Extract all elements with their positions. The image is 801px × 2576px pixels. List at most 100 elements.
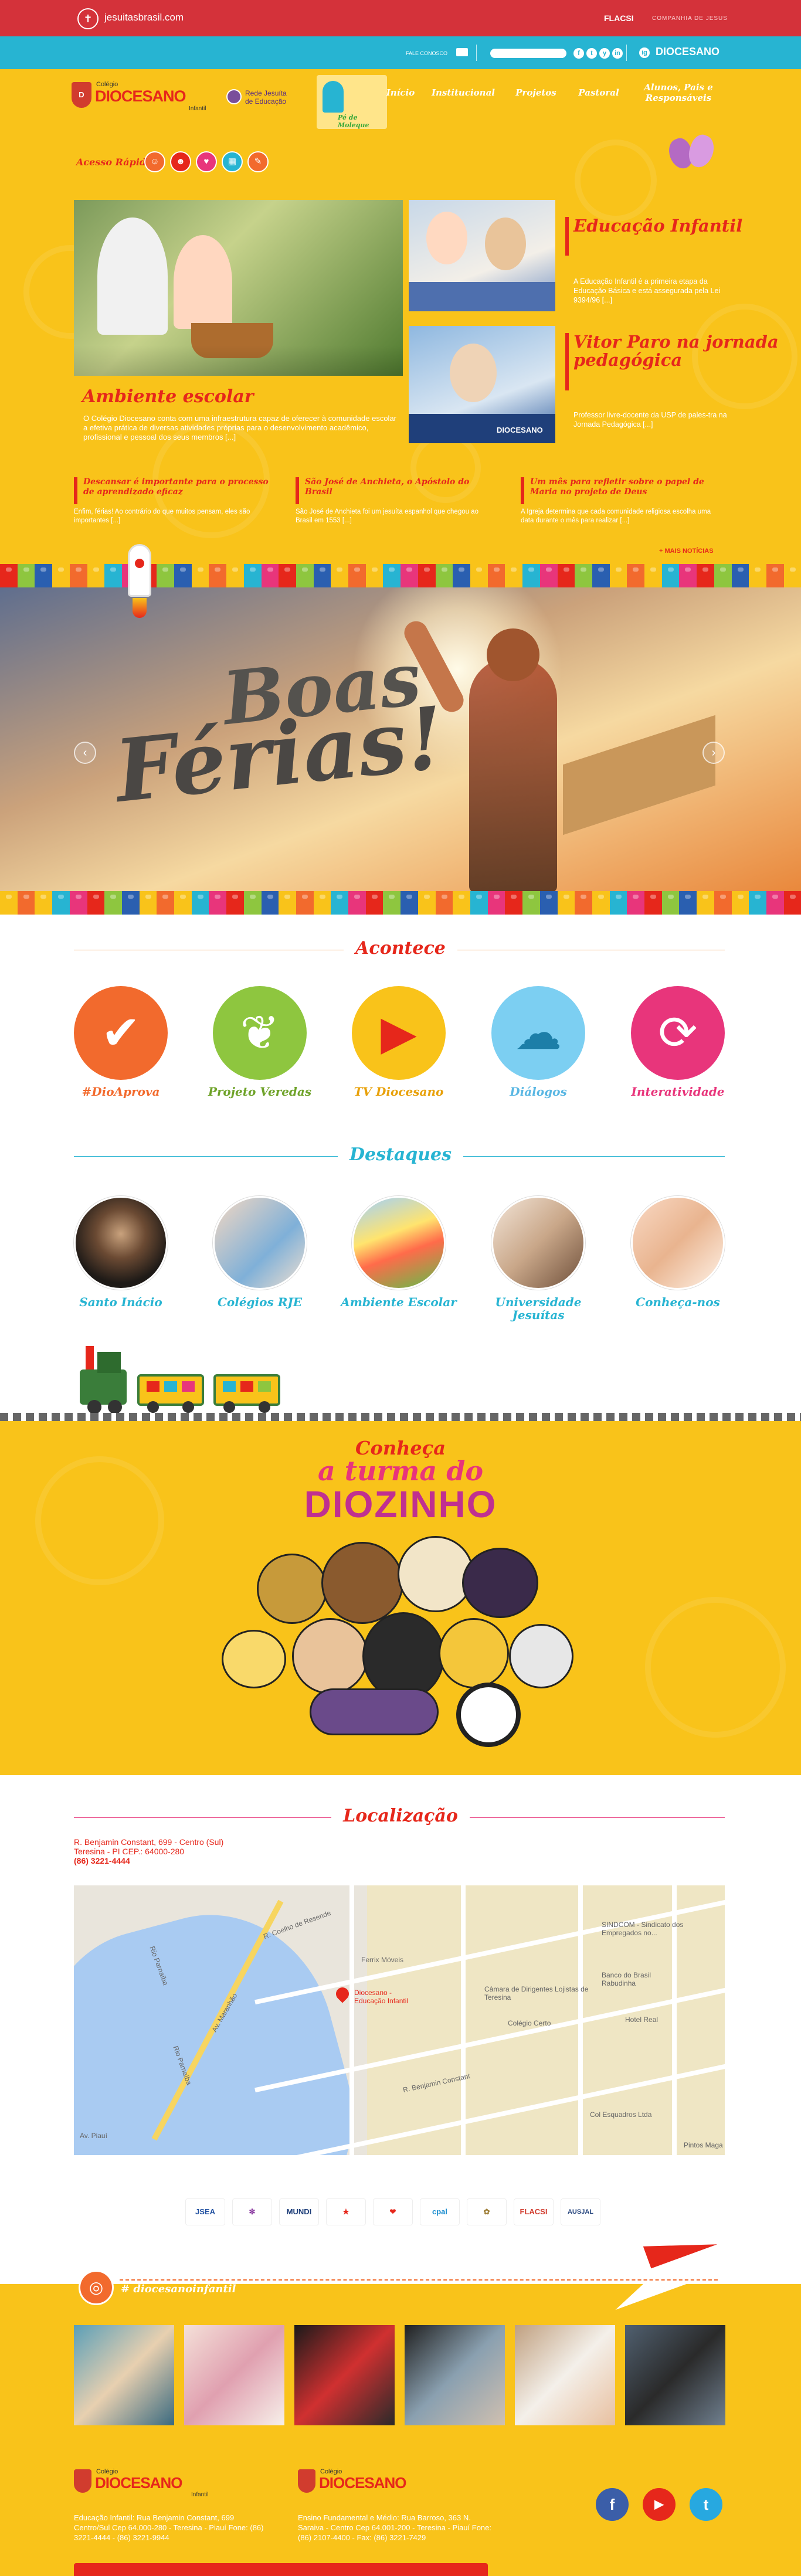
instagram-icon[interactable]: ig <box>639 47 650 58</box>
partner-logo[interactable]: cpal <box>420 2198 460 2225</box>
partner-logo[interactable]: MUNDI <box>279 2198 319 2225</box>
tv-icon[interactable]: ▶ <box>352 986 446 1080</box>
jesuitas-logo-icon[interactable]: ✝ <box>77 8 99 29</box>
map-label: Banco do Brasil Rabudinha <box>602 1971 651 1987</box>
divider <box>626 45 627 61</box>
pencil-icon[interactable]: ✎ <box>247 151 269 172</box>
educacao-infantil-title[interactable]: Educação Infantil <box>573 217 742 235</box>
instagram-photo[interactable] <box>515 2325 615 2425</box>
ambiente-escolar-label[interactable]: Ambiente Escolar <box>340 1296 457 1309</box>
speech-bubbles-icon[interactable]: ☁ <box>491 986 585 1080</box>
colegios-rje-label[interactable]: Colégios RJE <box>201 1296 318 1309</box>
veredas-label[interactable]: Projeto Veredas <box>201 1085 318 1099</box>
fale-conosco-link[interactable]: FALE CONOSCO <box>406 50 447 56</box>
companhia-link[interactable]: COMPANHIA DE JESUS <box>652 15 728 22</box>
instagram-photo[interactable] <box>294 2325 395 2425</box>
flacsi-link[interactable]: FLACSI <box>604 13 634 23</box>
lego-brick <box>104 891 122 915</box>
lego-border-top <box>0 564 801 587</box>
educacao-infantil-photo[interactable] <box>409 200 555 311</box>
facebook-icon[interactable]: f <box>596 2488 629 2521</box>
nav-pastoral[interactable]: Pastoral <box>568 72 630 114</box>
lego-brick <box>0 891 18 915</box>
santo-inacio-image[interactable] <box>74 1196 168 1290</box>
slider-prev-button[interactable]: ‹ <box>74 742 96 764</box>
twitter-icon[interactable]: t <box>586 48 597 59</box>
jesuitas-link[interactable]: jesuitasbrasil.com <box>104 12 184 23</box>
dashed-path <box>120 2279 718 2281</box>
instagram-icon[interactable]: ◎ <box>79 2270 114 2305</box>
phone-text[interactable]: (86) 3221-4444 <box>74 1856 130 1865</box>
universidade-label[interactable]: Universidade Jesuítas <box>480 1296 597 1321</box>
dioaprova-icon[interactable]: ✔ <box>74 986 168 1080</box>
instagram-photo[interactable] <box>405 2325 505 2425</box>
vitor-paro-photo[interactable]: DIOCESANO <box>409 326 555 443</box>
paper-plane-icon <box>599 2222 720 2310</box>
vitor-paro-title[interactable]: Vitor Paro na jornada pedagógica <box>573 333 801 369</box>
partner-logo[interactable]: FLACSI <box>514 2198 554 2225</box>
instagram-photo[interactable] <box>184 2325 284 2425</box>
youtube-icon[interactable]: ▶ <box>643 2488 676 2521</box>
dioaprova-label[interactable]: #DioAprova <box>62 1085 179 1099</box>
slider-next-button[interactable]: › <box>702 742 725 764</box>
news-title[interactable]: Um mês para refletir sobre o papel de Ma… <box>530 477 718 497</box>
lego-brick <box>243 891 262 915</box>
interatividade-label[interactable]: Interatividade <box>619 1085 736 1099</box>
news-title[interactable]: Descansar é importante para o processo d… <box>83 477 271 497</box>
pe-de-moleque-logo[interactable]: Pé de Moleque <box>317 75 387 129</box>
colegios-rje-image[interactable] <box>213 1196 307 1290</box>
map-label: SINDCOM - Sindicato dos Empregados no... <box>602 1921 684 1937</box>
partner-logo[interactable]: ❤ <box>373 2198 413 2225</box>
mail-icon[interactable] <box>456 48 468 56</box>
news-title[interactable]: São José de Anchieta, o Apóstolo do Bras… <box>305 477 493 497</box>
nav-projetos[interactable]: Projetos <box>507 72 565 114</box>
instagram-photo[interactable] <box>625 2325 725 2425</box>
lego-brick <box>121 891 140 915</box>
footer-logo-infantil[interactable]: Colégio DIOCESANO Infantil <box>74 2468 220 2503</box>
nav-alunos-pais[interactable]: Alunos, Pais e Responsáveis <box>632 72 725 114</box>
lego-brick <box>348 891 366 915</box>
diocesano-logo[interactable]: D Colégio DIOCESANO Infantil <box>72 80 219 115</box>
linkedin-icon[interactable]: in <box>612 48 623 59</box>
partner-logo[interactable]: ✿ <box>467 2198 507 2225</box>
twitter-icon[interactable]: t <box>690 2488 722 2521</box>
diocesano-brand-link[interactable]: DIOCESANO <box>656 46 719 58</box>
map-pin-icon[interactable] <box>333 1984 352 2003</box>
facebook-icon[interactable]: f <box>573 48 584 59</box>
user-icon[interactable]: ☺ <box>144 151 165 172</box>
conheca-nos-label[interactable]: Conheça-nos <box>619 1296 736 1309</box>
lego-brick <box>52 564 70 587</box>
instagram-photo[interactable] <box>74 2325 174 2425</box>
santo-inacio-label[interactable]: Santo Inácio <box>62 1296 179 1309</box>
mais-noticias-link[interactable]: + MAIS NOTÍCIAS <box>659 548 714 555</box>
leaf-icon[interactable]: ❦ <box>213 986 307 1080</box>
search-input[interactable] <box>490 49 566 58</box>
tv-diocesano-label[interactable]: TV Diocesano <box>340 1085 457 1099</box>
partner-logo[interactable]: AUSJAL <box>561 2198 600 2225</box>
partner-logo[interactable]: ✻ <box>232 2198 272 2225</box>
nav-institucional[interactable]: Institucional <box>422 72 504 114</box>
youtube-icon[interactable]: y <box>599 48 610 59</box>
nav-inicio[interactable]: Início <box>381 72 420 114</box>
rje-text: Rede Jesuíta de Educação <box>245 89 287 106</box>
group-icon[interactable]: ☻ <box>170 151 191 172</box>
lego-brick <box>226 891 244 915</box>
footer-logo-fundamental[interactable]: Colégio DIOCESANO <box>298 2468 444 2503</box>
rje-logo[interactable]: Rede Jesuíta de Educação <box>226 87 308 110</box>
refresh-icon[interactable]: ⟳ <box>631 986 725 1080</box>
family-icon[interactable]: ♥ <box>196 151 217 172</box>
universidade-image[interactable] <box>491 1196 585 1290</box>
calendar-icon[interactable]: ▦ <box>222 151 243 172</box>
partner-logo[interactable]: JSEA <box>185 2198 225 2225</box>
ambiente-escolar-photo[interactable] <box>74 200 403 376</box>
ambiente-escolar-title[interactable]: Ambiente escolar <box>82 386 254 407</box>
diozinho-characters-image[interactable] <box>204 1518 597 1753</box>
lego-brick <box>435 891 453 915</box>
lego-brick <box>627 564 645 587</box>
location-map[interactable]: Rio Parnaíba Rio Parnaíba Ferrix Móveis … <box>74 1885 725 2155</box>
conheca-nos-image[interactable] <box>631 1196 725 1290</box>
dialogos-label[interactable]: Diálogos <box>480 1085 597 1099</box>
partner-logo[interactable]: ★ <box>326 2198 366 2225</box>
instagram-hashtag[interactable]: # diocesanoinfantil <box>121 2283 236 2295</box>
ambiente-escolar-image[interactable] <box>352 1196 446 1290</box>
